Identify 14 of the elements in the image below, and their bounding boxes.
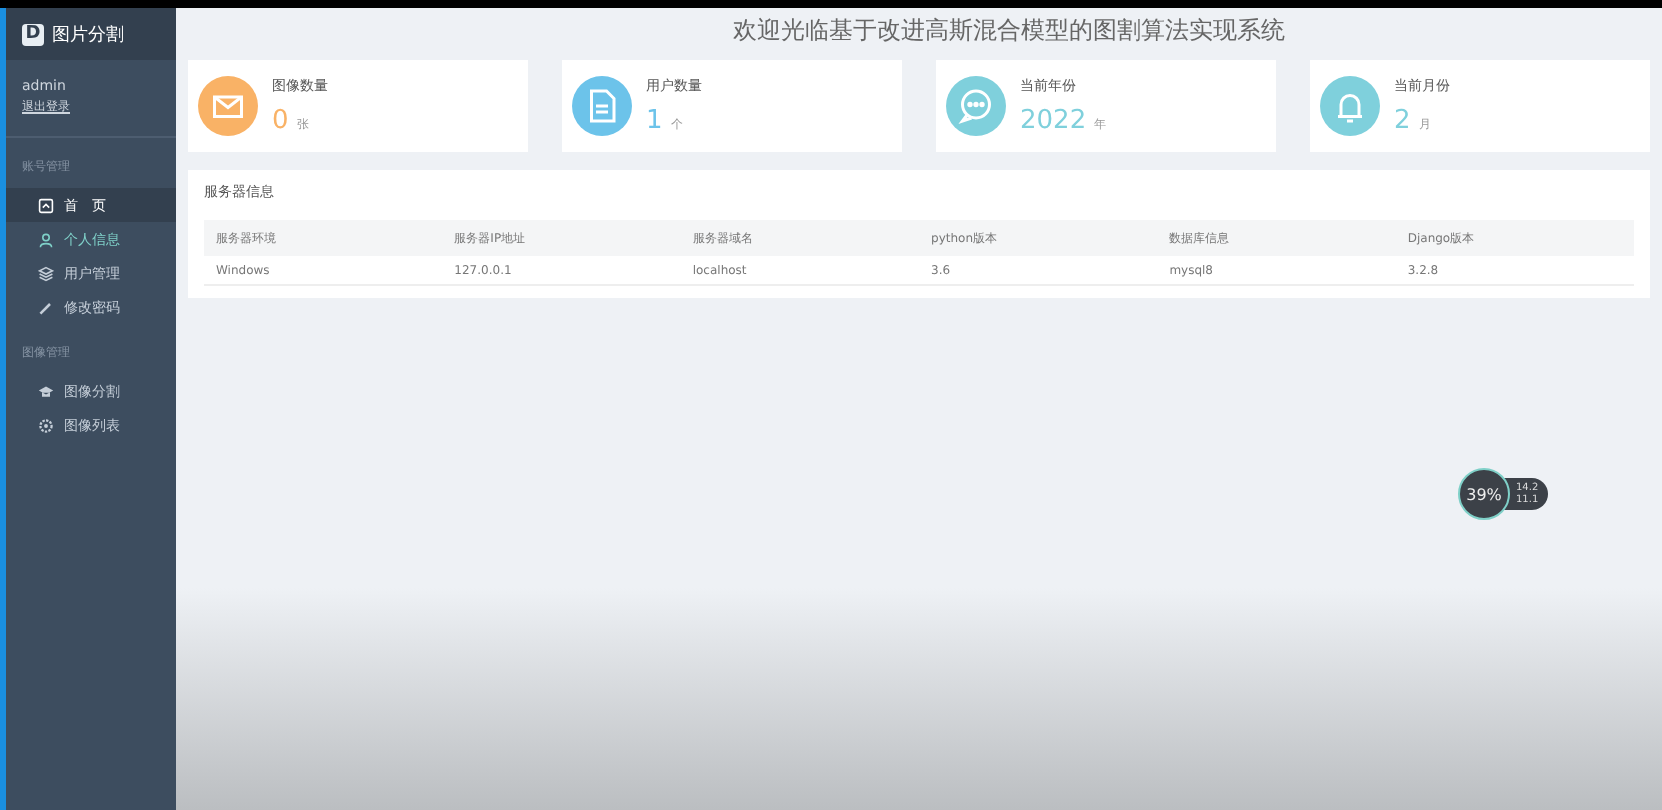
pen-icon (38, 299, 54, 315)
home-icon (38, 197, 54, 213)
app-title: 图片分割 (52, 23, 124, 47)
logo-icon: D (22, 23, 44, 45)
stat-value: 2022 (1020, 106, 1087, 136)
page-title: 欢迎光临基于改进高斯混合模型的图割算法实现系统 (731, 14, 1287, 48)
cap-icon (38, 383, 54, 399)
stat-value: 1 (646, 106, 663, 136)
stat-value: 2 (1394, 106, 1411, 136)
usage-percent: 39% (1466, 485, 1502, 503)
gear-icon (38, 417, 54, 433)
layers-icon (38, 265, 54, 281)
person-icon (38, 231, 54, 247)
stat-value: 0 (272, 106, 289, 136)
